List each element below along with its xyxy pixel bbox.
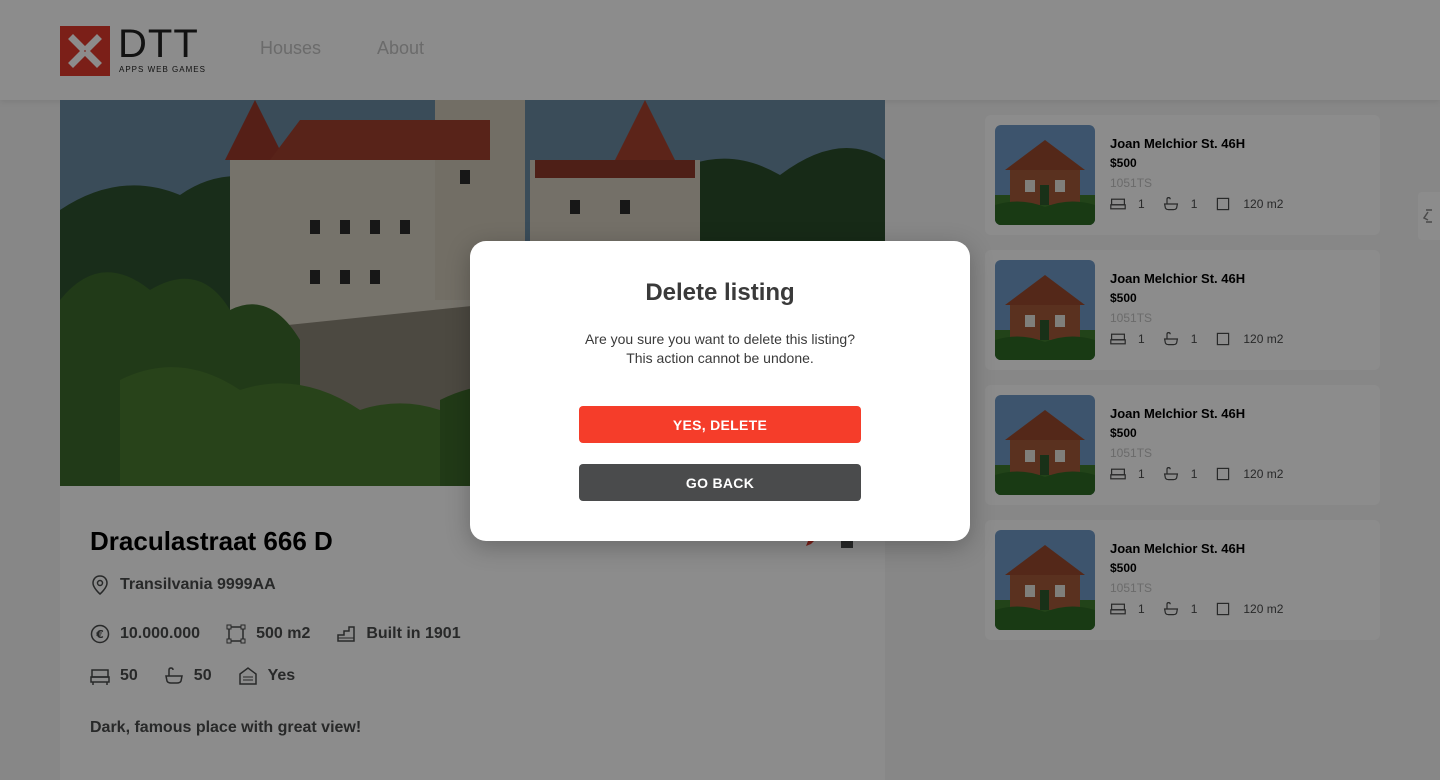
dialog-message-line-1: Are you sure you want to delete this lis… xyxy=(584,331,856,347)
go-back-button[interactable]: GO BACK xyxy=(579,464,861,501)
dialog-message-line-2: This action cannot be undone. xyxy=(626,350,814,366)
dialog-title: Delete listing xyxy=(645,279,795,306)
delete-listing-dialog: Delete listing Are you sure you want to … xyxy=(470,241,970,541)
confirm-delete-button[interactable]: YES, DELETE xyxy=(579,406,861,443)
dialog-message: Are you sure you want to delete this lis… xyxy=(470,330,970,368)
